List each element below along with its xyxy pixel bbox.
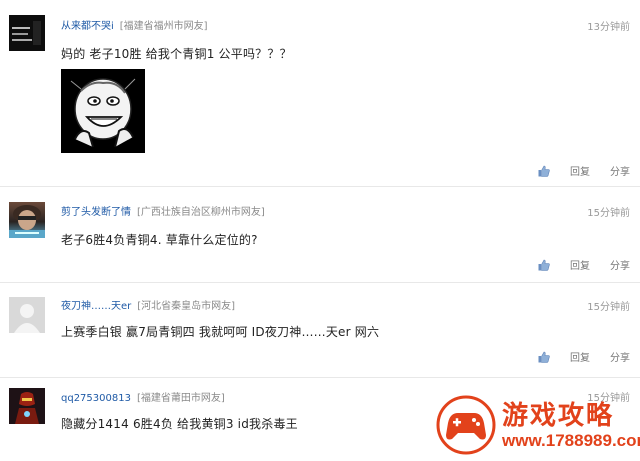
- user-placeholder-icon: [9, 297, 45, 333]
- watermark-url: www.1788989.com: [502, 431, 640, 450]
- user-location: [河北省秦皇岛市网友]: [137, 301, 236, 312]
- comment-meta: 夜刀神……天er [河北省秦皇岛市网友]: [61, 297, 235, 312]
- thumbs-up-icon: [538, 351, 550, 363]
- avatar[interactable]: [9, 297, 45, 333]
- comment-meta: qq275300813 [福建省莆田市网友]: [61, 389, 225, 404]
- comment-time: 15分钟前: [587, 208, 630, 219]
- avatar[interactable]: [9, 388, 45, 424]
- watermark: 游戏攻略 www.1788989.com: [436, 395, 640, 457]
- meme-face-image: [61, 69, 145, 153]
- like-button[interactable]: [538, 165, 550, 177]
- user-location: [广西壮族自治区柳州市网友]: [137, 207, 265, 218]
- reply-button[interactable]: 回复: [570, 163, 590, 178]
- gamepad-logo-icon: [436, 395, 496, 455]
- comment-meta: 从来都不哭i [福建省福州市网友]: [61, 17, 208, 32]
- comment-item: 从来都不哭i [福建省福州市网友] 13分钟前 妈的 老子10胜 给我个青铜1 公…: [0, 0, 640, 186]
- comment-actions: 回复 分享: [538, 163, 630, 178]
- like-button[interactable]: [538, 351, 550, 363]
- avatar-image: [9, 388, 45, 424]
- username-link[interactable]: 夜刀神……天er: [61, 301, 131, 312]
- username-link[interactable]: qq275300813: [61, 393, 131, 404]
- reply-button[interactable]: 回复: [570, 257, 590, 272]
- comment-actions: 回复 分享: [538, 257, 630, 272]
- username-link[interactable]: 剪了头发断了情: [61, 207, 131, 218]
- comment-item: 剪了头发断了情 [广西壮族自治区柳州市网友] 15分钟前 老子6胜4负青铜4. 草…: [0, 186, 640, 282]
- comment-time: 15分钟前: [587, 302, 630, 313]
- comment-meta: 剪了头发断了情 [广西壮族自治区柳州市网友]: [61, 203, 265, 218]
- share-button[interactable]: 分享: [610, 349, 630, 364]
- avatar-image: [9, 205, 45, 238]
- user-location: [福建省福州市网友]: [119, 21, 208, 32]
- comment-item: 夜刀神……天er [河北省秦皇岛市网友] 15分钟前 上赛季白银 赢7局青铜四 我…: [0, 282, 640, 377]
- comment-actions: 回复 分享: [538, 349, 630, 364]
- thumbs-up-icon: [538, 165, 550, 177]
- comment-text: 隐藏分1414 6胜4负 给我黄铜3 id我杀毒王: [61, 417, 298, 431]
- share-button[interactable]: 分享: [610, 257, 630, 272]
- comment-text: 妈的 老子10胜 给我个青铜1 公平吗？？？: [61, 47, 292, 61]
- comment-text: 老子6胜4负青铜4. 草靠什么定位的?: [61, 233, 258, 247]
- comment-time: 13分钟前: [587, 22, 630, 33]
- like-button[interactable]: [538, 259, 550, 271]
- avatar[interactable]: [9, 15, 45, 51]
- share-button[interactable]: 分享: [610, 163, 630, 178]
- reply-button[interactable]: 回复: [570, 349, 590, 364]
- avatar-image: [9, 15, 45, 51]
- username-link[interactable]: 从来都不哭i: [61, 21, 114, 32]
- watermark-title: 游戏攻略: [502, 401, 615, 431]
- thumbs-up-icon: [538, 259, 550, 271]
- user-location: [福建省莆田市网友]: [136, 393, 225, 404]
- avatar[interactable]: [9, 202, 45, 238]
- comment-text: 上赛季白银 赢7局青铜四 我就呵呵 ID夜刀神……天er 网六: [61, 325, 380, 339]
- meme-image[interactable]: [61, 69, 145, 153]
